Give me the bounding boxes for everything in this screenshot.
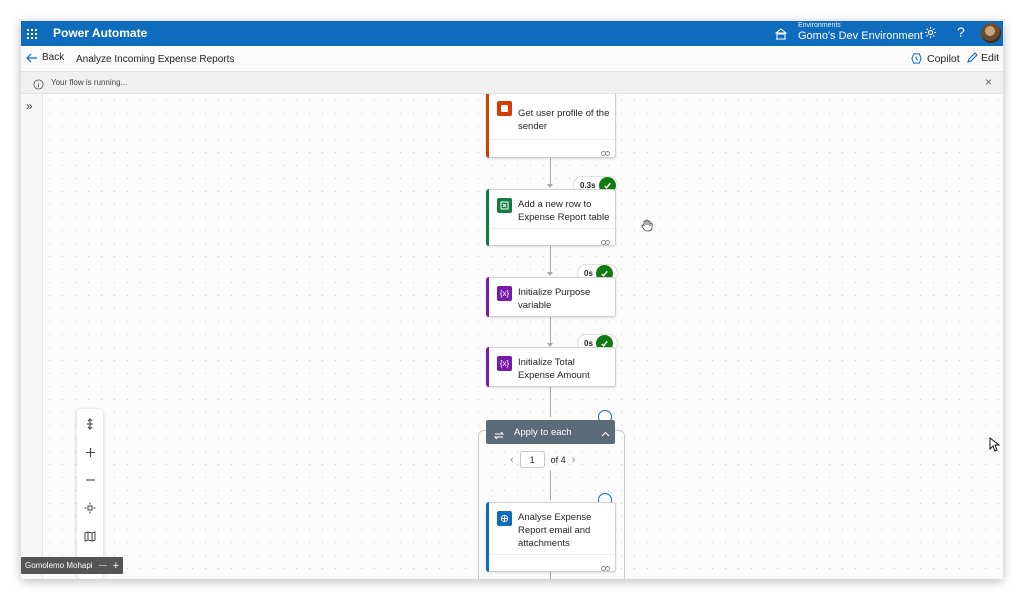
connector-line <box>550 158 551 186</box>
step-title: Analyse Expense Report email and attachm… <box>518 512 592 549</box>
edit-label: Edit <box>981 52 1000 64</box>
next-iteration-icon[interactable]: › <box>572 454 576 466</box>
zoom-out-icon[interactable] <box>77 467 103 493</box>
variable-icon: {x} <box>497 286 512 301</box>
command-bar: Back Analyze Incoming Expense Reports Co… <box>21 46 1003 72</box>
flow-step-card[interactable]: {x} Initialize Purpose variable <box>486 277 616 317</box>
office-icon <box>497 101 512 116</box>
connector-line <box>550 317 551 345</box>
flow-canvas[interactable]: Get user profile of the sender 0.3s Add … <box>43 94 1003 579</box>
link-icon[interactable] <box>601 144 610 162</box>
step-accent <box>486 347 489 387</box>
canvas-toolbar <box>77 409 103 579</box>
step-title: Initialize Purpose variable <box>518 287 591 311</box>
back-label: Back <box>42 52 65 63</box>
step-footer <box>489 554 615 571</box>
apply-to-each-header[interactable]: Apply to each <box>486 420 615 444</box>
flow-step-card[interactable]: {x} Initialize Total Expense Amount <box>486 347 616 387</box>
step-accent <box>486 277 489 317</box>
link-icon[interactable] <box>601 233 610 251</box>
pencil-icon <box>967 52 978 63</box>
connector-arrow <box>547 184 553 188</box>
step-title: Add a new row to Expense Report table <box>518 199 610 223</box>
connector-line <box>550 246 551 274</box>
variable-icon: {x} <box>497 356 512 371</box>
step-footer <box>489 228 615 245</box>
app-name[interactable]: Power Automate <box>53 26 147 40</box>
back-arrow-icon <box>26 53 37 62</box>
environment-label: Environments <box>798 22 841 29</box>
avatar[interactable] <box>981 23 1001 43</box>
step-footer <box>489 139 615 156</box>
link-icon[interactable] <box>601 559 610 577</box>
app-window: Power Automate Environments Gomo's Dev E… <box>21 21 1003 579</box>
previous-iteration-icon[interactable]: ‹ <box>510 454 514 466</box>
map-icon[interactable] <box>77 523 103 549</box>
top-bar: Power Automate Environments Gomo's Dev E… <box>21 21 1003 46</box>
iteration-pager: ‹ 1 of 4 › <box>510 451 575 468</box>
expand-panel-icon[interactable]: » <box>26 99 33 113</box>
environment-name[interactable]: Gomo's Dev Environment <box>798 30 923 42</box>
connector-line <box>550 387 551 417</box>
info-icon <box>33 77 44 95</box>
gear-icon[interactable] <box>924 26 937 44</box>
flow-step-card[interactable]: Get user profile of the sender <box>486 94 616 158</box>
step-title: Initialize Total Expense Amount <box>518 357 590 381</box>
help-icon[interactable]: ? <box>957 24 965 40</box>
status-message: Your flow is running... <box>51 78 128 87</box>
close-icon[interactable]: × <box>985 75 992 89</box>
ai-builder-icon <box>497 511 512 526</box>
collaborator-presence[interactable]: Gomolemo Mohapi + <box>21 557 124 574</box>
left-rail: » <box>21 94 43 579</box>
hand-cursor-icon <box>641 219 653 237</box>
back-button[interactable]: Back <box>26 52 64 63</box>
divider <box>98 565 107 566</box>
collapse-chevron-icon[interactable] <box>601 426 610 444</box>
pointer-cursor-icon <box>989 436 1001 457</box>
environment-icon[interactable] <box>774 27 788 45</box>
edit-button[interactable]: Edit <box>966 52 999 64</box>
excel-icon <box>497 198 512 213</box>
copilot-label: Copilot <box>927 52 960 65</box>
collaborator-name: Gomolemo Mohapi <box>25 561 93 570</box>
step-title: Get user profile of the sender <box>518 108 610 132</box>
loop-icon <box>493 427 505 445</box>
flow-title: Analyze Incoming Expense Reports <box>76 54 235 65</box>
copilot-button[interactable]: Copilot <box>910 52 960 65</box>
zoom-in-icon[interactable] <box>77 439 103 465</box>
add-collaborator-icon[interactable]: + <box>113 560 119 572</box>
flow-step-card[interactable]: Analyse Expense Report email and attachm… <box>486 502 616 572</box>
copilot-icon <box>911 53 922 64</box>
app-launcher-icon[interactable] <box>21 21 43 46</box>
flow-step-card[interactable]: Add a new row to Expense Report table <box>486 189 616 246</box>
fit-view-icon[interactable] <box>77 495 103 521</box>
iteration-input[interactable]: 1 <box>519 451 545 468</box>
run-status-bar: Your flow is running... × <box>21 72 1003 94</box>
iteration-total: of 4 <box>550 454 566 465</box>
loop-title: Apply to each <box>514 427 572 438</box>
fit-height-icon[interactable] <box>77 411 103 437</box>
connector-arrow <box>547 272 553 276</box>
